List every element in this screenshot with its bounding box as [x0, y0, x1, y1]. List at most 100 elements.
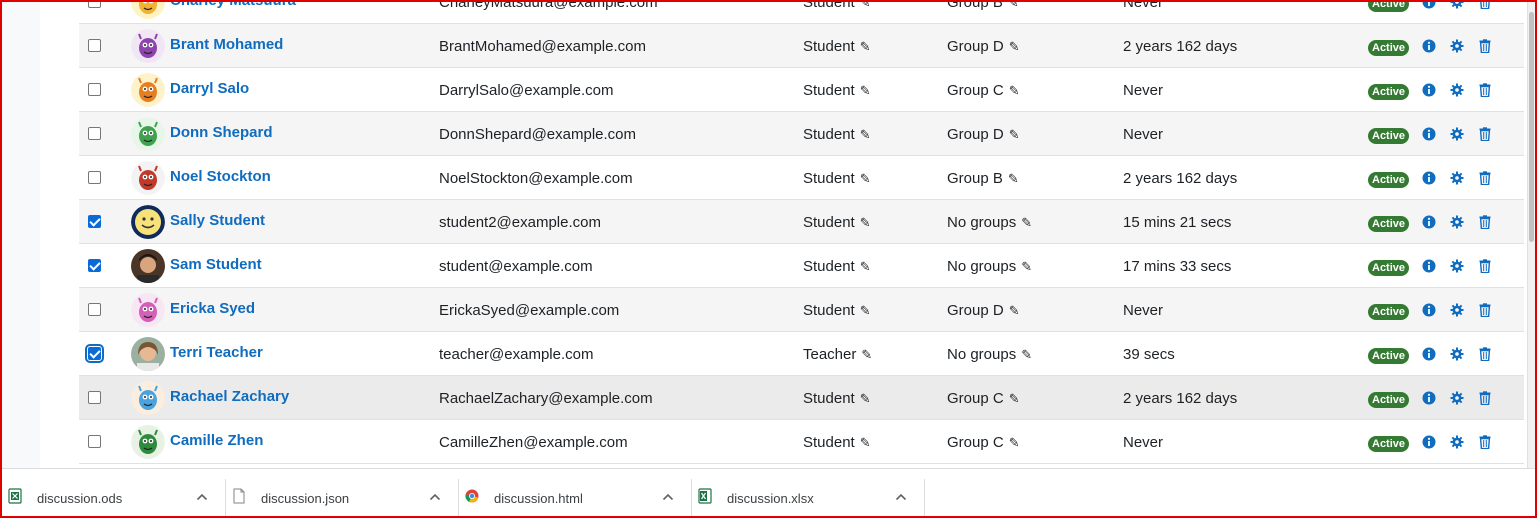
participant-name-link[interactable]: Noel Stockton: [170, 168, 271, 185]
edit-role-pencil-icon[interactable]: ✎: [860, 435, 871, 451]
edit-group-pencil-icon[interactable]: ✎: [1021, 259, 1032, 275]
unenrol-trash-icon[interactable]: [1478, 171, 1492, 185]
participant-name-link[interactable]: Ericka Syed: [170, 300, 255, 317]
unenrol-trash-icon[interactable]: [1478, 259, 1492, 273]
edit-group-pencil-icon[interactable]: ✎: [1009, 435, 1020, 451]
scrollbar-thumb[interactable]: [1529, 12, 1534, 242]
download-item[interactable]: discussion.html: [459, 479, 692, 517]
participant-name-link[interactable]: Sally Student: [170, 212, 265, 229]
edit-group-pencil-icon[interactable]: ✎: [1009, 127, 1020, 143]
enrolment-details-info-icon[interactable]: [1422, 259, 1436, 273]
select-participant-checkbox[interactable]: [88, 0, 101, 8]
edit-enrolment-gear-icon[interactable]: [1450, 435, 1464, 449]
enrolment-details-info-icon[interactable]: [1422, 171, 1436, 185]
enrolment-details-info-icon[interactable]: [1422, 391, 1436, 405]
edit-enrolment-gear-icon[interactable]: [1450, 0, 1464, 9]
participant-name-link[interactable]: Rachael Zachary: [170, 388, 289, 405]
select-participant-checkbox[interactable]: [88, 259, 101, 272]
chevron-up-icon[interactable]: [895, 492, 907, 502]
unenrol-trash-icon[interactable]: [1478, 83, 1492, 97]
edit-enrolment-gear-icon[interactable]: [1450, 347, 1464, 361]
download-filename[interactable]: discussion.ods: [37, 491, 122, 506]
edit-enrolment-gear-icon[interactable]: [1450, 391, 1464, 405]
user-avatar[interactable]: [131, 205, 165, 239]
edit-enrolment-gear-icon[interactable]: [1450, 83, 1464, 97]
select-participant-checkbox[interactable]: [88, 303, 101, 316]
page-scrollbar[interactable]: [1527, 2, 1535, 468]
enrolment-details-info-icon[interactable]: [1422, 127, 1436, 141]
participant-name-link[interactable]: Brant Mohamed: [170, 36, 283, 53]
participant-name-link[interactable]: Charley Matsuura: [170, 0, 296, 9]
edit-role-pencil-icon[interactable]: ✎: [860, 303, 871, 319]
select-participant-checkbox[interactable]: [88, 391, 101, 404]
select-participant-checkbox[interactable]: [85, 344, 104, 363]
edit-group-pencil-icon[interactable]: ✎: [1009, 39, 1020, 55]
edit-enrolment-gear-icon[interactable]: [1450, 127, 1464, 141]
unenrol-trash-icon[interactable]: [1478, 127, 1492, 141]
user-avatar[interactable]: [131, 293, 165, 327]
participant-name-link[interactable]: Donn Shepard: [170, 124, 273, 141]
enrolment-details-info-icon[interactable]: [1422, 39, 1436, 53]
enrolment-details-info-icon[interactable]: [1422, 303, 1436, 317]
unenrol-trash-icon[interactable]: [1478, 347, 1492, 361]
chevron-up-icon[interactable]: [196, 492, 208, 502]
user-avatar[interactable]: [131, 337, 165, 371]
enrolment-details-info-icon[interactable]: [1422, 347, 1436, 361]
edit-role-pencil-icon[interactable]: ✎: [861, 347, 872, 363]
enrolment-details-info-icon[interactable]: [1422, 435, 1436, 449]
edit-enrolment-gear-icon[interactable]: [1450, 215, 1464, 229]
enrolment-details-info-icon[interactable]: [1422, 83, 1436, 97]
chevron-up-icon[interactable]: [662, 492, 674, 502]
unenrol-trash-icon[interactable]: [1478, 391, 1492, 405]
enrolment-details-info-icon[interactable]: [1422, 0, 1436, 9]
unenrol-trash-icon[interactable]: [1478, 0, 1492, 9]
select-participant-checkbox[interactable]: [88, 171, 101, 184]
enrolment-details-info-icon[interactable]: [1422, 215, 1436, 229]
download-item[interactable]: discussion.xlsx: [692, 479, 925, 517]
user-avatar[interactable]: [131, 29, 165, 63]
unenrol-trash-icon[interactable]: [1478, 39, 1492, 53]
participant-name-link[interactable]: Terri Teacher: [170, 344, 263, 361]
download-filename[interactable]: discussion.html: [494, 491, 583, 506]
download-filename[interactable]: discussion.json: [261, 491, 349, 506]
participant-name-link[interactable]: Sam Student: [170, 256, 262, 273]
edit-group-pencil-icon[interactable]: ✎: [1009, 391, 1020, 407]
edit-group-pencil-icon[interactable]: ✎: [1008, 171, 1019, 187]
edit-enrolment-gear-icon[interactable]: [1450, 303, 1464, 317]
select-participant-checkbox[interactable]: [88, 215, 101, 228]
unenrol-trash-icon[interactable]: [1478, 215, 1492, 229]
edit-group-pencil-icon[interactable]: ✎: [1008, 0, 1019, 11]
select-participant-checkbox[interactable]: [88, 83, 101, 96]
edit-group-pencil-icon[interactable]: ✎: [1021, 215, 1032, 231]
edit-group-pencil-icon[interactable]: ✎: [1009, 83, 1020, 99]
edit-enrolment-gear-icon[interactable]: [1450, 259, 1464, 273]
edit-role-pencil-icon[interactable]: ✎: [860, 83, 871, 99]
unenrol-trash-icon[interactable]: [1478, 435, 1492, 449]
edit-enrolment-gear-icon[interactable]: [1450, 171, 1464, 185]
download-item[interactable]: discussion.json: [226, 479, 459, 517]
unenrol-trash-icon[interactable]: [1478, 303, 1492, 317]
download-item[interactable]: discussion.ods: [2, 479, 226, 517]
user-avatar[interactable]: [131, 381, 165, 415]
edit-role-pencil-icon[interactable]: ✎: [860, 171, 871, 187]
edit-role-pencil-icon[interactable]: ✎: [860, 39, 871, 55]
user-avatar[interactable]: [131, 117, 165, 151]
chevron-up-icon[interactable]: [429, 492, 441, 502]
edit-role-pencil-icon[interactable]: ✎: [860, 0, 871, 11]
user-avatar[interactable]: [131, 0, 165, 19]
select-participant-checkbox[interactable]: [88, 435, 101, 448]
participant-name-link[interactable]: Darryl Salo: [170, 80, 249, 97]
user-avatar[interactable]: [131, 249, 165, 283]
select-participant-checkbox[interactable]: [88, 39, 101, 52]
participant-name-link[interactable]: Camille Zhen: [170, 432, 263, 449]
edit-enrolment-gear-icon[interactable]: [1450, 39, 1464, 53]
edit-group-pencil-icon[interactable]: ✎: [1009, 303, 1020, 319]
select-participant-checkbox[interactable]: [88, 127, 101, 140]
edit-group-pencil-icon[interactable]: ✎: [1021, 347, 1032, 363]
edit-role-pencil-icon[interactable]: ✎: [860, 215, 871, 231]
user-avatar[interactable]: [131, 161, 165, 195]
user-avatar[interactable]: [131, 73, 165, 107]
edit-role-pencil-icon[interactable]: ✎: [860, 127, 871, 143]
edit-role-pencil-icon[interactable]: ✎: [860, 259, 871, 275]
download-filename[interactable]: discussion.xlsx: [727, 491, 814, 506]
